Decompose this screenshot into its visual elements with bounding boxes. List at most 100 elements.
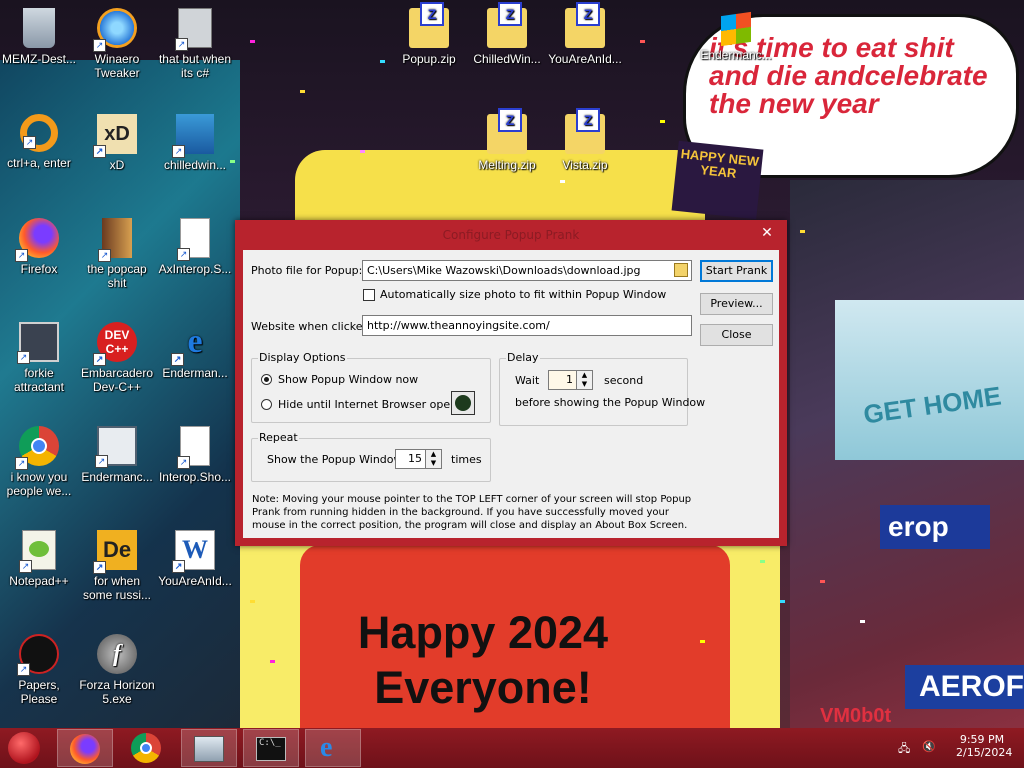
internet-explorer-icon: e ↗: [171, 322, 215, 366]
word-icon: W ↗: [172, 530, 215, 573]
settings-monitor-icon: ↗: [17, 322, 59, 364]
shortcut-arrow-icon: ↗: [93, 145, 106, 158]
close-icon[interactable]: ✕: [750, 222, 784, 244]
internet-explorer-icon: e: [320, 732, 333, 763]
desktop-icon-forwhen[interactable]: De ↗ for when some russi...: [79, 526, 155, 602]
desktop-icon-popcap[interactable]: ↗ the popcap shit: [79, 214, 155, 290]
desktop-icon-forza[interactable]: f Forza Horizon 5.exe: [79, 630, 155, 706]
wait-label: Wait: [515, 374, 540, 387]
delay-after-label: before showing the Popup Window: [515, 396, 706, 409]
shortcut-arrow-icon: ↗: [17, 663, 30, 676]
desktop-icon-enderman3[interactable]: ↗ Endermanc...: [79, 422, 155, 484]
repeat-count-spinner[interactable]: 15 ▲ ▼: [395, 449, 442, 469]
desktop-icon-notepadpp[interactable]: ↗ Notepad++: [1, 526, 77, 588]
display-options-group: Display Options Show Popup Window now Hi…: [251, 351, 491, 423]
seconds-label: second: [604, 374, 644, 387]
shortcut-arrow-icon: ↗: [98, 249, 111, 262]
recycle-bin-icon: [23, 8, 55, 48]
spin-down-icon[interactable]: ▼: [426, 459, 441, 468]
papers-please-icon: ↗: [17, 634, 59, 676]
taskbar-firefox[interactable]: [57, 729, 113, 767]
firefox-icon: ↗: [15, 218, 59, 262]
spin-up-icon[interactable]: ▲: [577, 371, 592, 380]
close-button[interactable]: Close: [700, 324, 773, 346]
desktop-icon-enderman1[interactable]: Endermanc...: [698, 10, 774, 62]
desktop-icon-axinterop[interactable]: ↗ AxInterop.S...: [157, 214, 233, 276]
desktop-icon-enderman2[interactable]: e ↗ Enderman...: [157, 318, 233, 380]
flash-icon: f: [97, 634, 137, 674]
zip-folder-icon: Z: [487, 2, 527, 48]
devcpp-icon: DEV C++ ↗: [93, 322, 137, 366]
shortcut-arrow-icon: ↗: [177, 456, 190, 469]
chrome-icon: [131, 733, 161, 763]
desktop-icon-interop[interactable]: ↗ Interop.Sho...: [157, 422, 233, 484]
wallpaper-billboard: GET HOME: [835, 300, 1024, 460]
desktop-icon-xd[interactable]: xD ↗ xD: [79, 110, 155, 172]
taskbar: C:\_ e 🖧 🔇 9:59 PM 2/15/2024: [0, 728, 1024, 768]
website-label: Website when clicked:: [251, 320, 374, 333]
shortcut-arrow-icon: ↗: [19, 560, 32, 573]
volume-muted-icon[interactable]: 🔇: [922, 740, 936, 753]
desktop-icon-word[interactable]: W ↗ YouAreAnId...: [157, 526, 233, 588]
desktop-icon-thatbut[interactable]: ↗ that but when its c#: [157, 4, 233, 80]
photo-file-input[interactable]: C:\Users\Mike Wazowski\Downloads\downloa…: [362, 260, 692, 281]
website-input[interactable]: http://www.theannoyingsite.com/: [362, 315, 692, 336]
configure-popup-prank-dialog: Configure Popup Prank ✕ Photo file for P…: [235, 220, 787, 546]
desktop-icon-ctrla[interactable]: ↗ ctrl+a, enter: [1, 110, 77, 170]
desktop-icon-vistazip[interactable]: Z Vista.zip: [547, 108, 623, 172]
repeat-label: Show the Popup Window: [267, 453, 403, 466]
taskbar-control-panel[interactable]: [181, 729, 237, 767]
happy-new-year-text: Happy 2024 Everyone!: [357, 607, 609, 713]
desktop-icon-firefox[interactable]: ↗ Firefox: [1, 214, 77, 276]
spin-up-icon[interactable]: ▲: [426, 450, 441, 459]
wallpaper-sign-aerofs: AEROFS: [905, 665, 1024, 709]
desktop-icon-youarezip[interactable]: Z YouAreAnId...: [547, 2, 623, 66]
autosize-label: Automatically size photo to fit within P…: [380, 288, 667, 301]
shortcut-arrow-icon: ↗: [172, 145, 185, 158]
network-icon[interactable]: 🖧: [898, 740, 910, 759]
hide-until-radio[interactable]: [261, 399, 272, 410]
start-prank-button[interactable]: Start Prank: [700, 260, 773, 282]
command-prompt-icon: C:\_: [256, 737, 286, 761]
dialog-title: Configure Popup Prank: [442, 228, 580, 242]
happy-new-year-sign: HAPPY NEW YEAR: [671, 140, 764, 220]
zip-folder-icon: Z: [565, 108, 605, 154]
desktop-icon-devcpp[interactable]: DEV C++ ↗ Embarcadero Dev-C++: [79, 318, 155, 394]
desktop-icon-meltingzip[interactable]: Z Melting.zip: [469, 108, 545, 172]
preview-button[interactable]: Preview...: [700, 293, 773, 315]
desktop-icon-chrome[interactable]: ↗ i know you people we...: [1, 422, 77, 498]
desktop-icon-chilledzip[interactable]: Z ChilledWin...: [469, 2, 545, 66]
shortcut-arrow-icon: ↗: [93, 353, 106, 366]
globe-icon: [455, 395, 471, 411]
dependency-walker-icon: De ↗: [93, 530, 137, 574]
control-panel-icon: [194, 736, 224, 762]
winaero-icon: ↗: [93, 8, 137, 52]
shortcut-arrow-icon: ↗: [17, 351, 30, 364]
shortcut-arrow-icon: ↗: [171, 353, 184, 366]
stacked-windows-icon: ↗: [175, 8, 212, 51]
spin-down-icon[interactable]: ▼: [577, 380, 592, 389]
show-now-radio[interactable]: [261, 374, 272, 385]
xd-icon: xD ↗: [93, 114, 137, 158]
desktop-icon-forkie[interactable]: ↗ forkie attractant: [1, 318, 77, 394]
times-label: times: [451, 453, 482, 466]
delay-group: Delay Wait 1 ▲ ▼ second before showing th…: [499, 351, 705, 426]
taskbar-command-prompt[interactable]: C:\_: [243, 729, 299, 767]
taskbar-internet-explorer[interactable]: e: [305, 729, 361, 767]
taskbar-chrome[interactable]: [119, 729, 175, 767]
desktop-icon-chilledwin[interactable]: ↗ chilledwin...: [157, 110, 233, 172]
windows-logo-icon: [721, 11, 751, 47]
browser-picker-button[interactable]: [451, 391, 475, 415]
autosize-checkbox[interactable]: [363, 289, 375, 301]
taskbar-clock[interactable]: 9:59 PM 2/15/2024: [956, 733, 1012, 759]
desktop-icon-popupzip[interactable]: Z Popup.zip: [391, 2, 467, 66]
start-button[interactable]: [8, 732, 40, 764]
shortcut-arrow-icon: ↗: [15, 249, 28, 262]
browse-folder-icon[interactable]: [674, 263, 688, 277]
desktop-icon-papers[interactable]: ↗ Papers, Please: [1, 630, 77, 706]
note-text: Note: Moving your mouse pointer to the T…: [252, 494, 692, 531]
delay-seconds-spinner[interactable]: 1 ▲ ▼: [548, 370, 593, 390]
desktop-icon-winaero[interactable]: ↗ Winaero Tweaker: [79, 4, 155, 80]
desktop-icon-memz[interactable]: MEMZ-Dest...: [1, 4, 77, 66]
chrome-icon: ↗: [15, 426, 59, 470]
